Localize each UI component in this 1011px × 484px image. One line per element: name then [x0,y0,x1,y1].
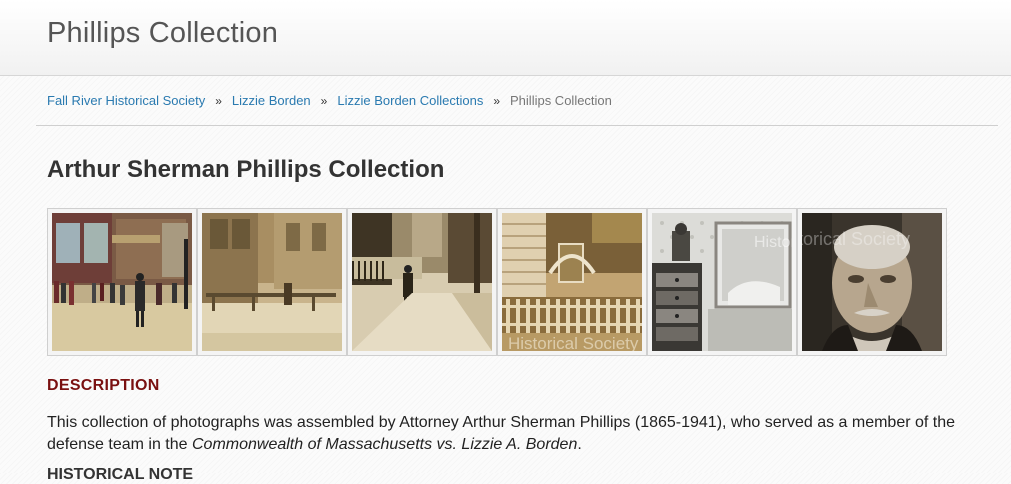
divider [36,125,998,126]
watermark-text: Historical Society [754,234,792,251]
case-title: Commonwealth of Massachusetts vs. Lizzie… [191,436,578,453]
site-header: Phillips Collection [0,0,1011,76]
colorized-street-scene-photo-icon [52,213,192,351]
gallery-thumbnail[interactable]: Historical Society [497,208,647,356]
breadcrumb-link-lizzie-borden-collections[interactable]: Lizzie Borden Collections [337,93,483,108]
man-on-sidewalk-photo-icon [352,213,492,351]
description-text: This collection of photographs was assem… [47,412,997,456]
breadcrumb-separator: » [493,94,501,108]
gallery-thumbnail[interactable] [47,208,197,356]
gallery-thumbnail[interactable] [347,208,497,356]
watermark-text: Historical Society [802,229,910,249]
historical-note-heading: HISTORICAL NOTE [47,466,194,483]
breadcrumb-current: Phillips Collection [510,93,612,108]
breadcrumb-separator: » [215,94,222,108]
watermark-text: Historical Society [508,334,639,351]
gallery-thumbnail[interactable]: Historical Society [797,208,947,356]
gallery-thumbnail[interactable] [197,208,347,356]
breadcrumb-link-lizzie-borden[interactable]: Lizzie Borden [232,93,311,108]
breadcrumb-separator: » [320,94,328,108]
sepia-house-porch-photo-icon [202,213,342,351]
gallery-thumbnail[interactable]: Historical Society [647,208,797,356]
breadcrumb: Fall River Historical Society » Lizzie Bor… [47,93,612,108]
bedroom-furniture-photo-icon: Historical Society [652,213,792,351]
site-title[interactable]: Phillips Collection [47,17,278,50]
house-with-arbor-photo-icon: Historical Society [502,213,642,351]
portrait-photo-icon: Historical Society [802,213,942,351]
breadcrumb-link-fall-river-historical-society[interactable]: Fall River Historical Society [47,93,205,108]
description-heading: DESCRIPTION [47,377,160,394]
description-text-end: . [577,436,582,453]
page-title: Arthur Sherman Phillips Collection [47,156,445,183]
